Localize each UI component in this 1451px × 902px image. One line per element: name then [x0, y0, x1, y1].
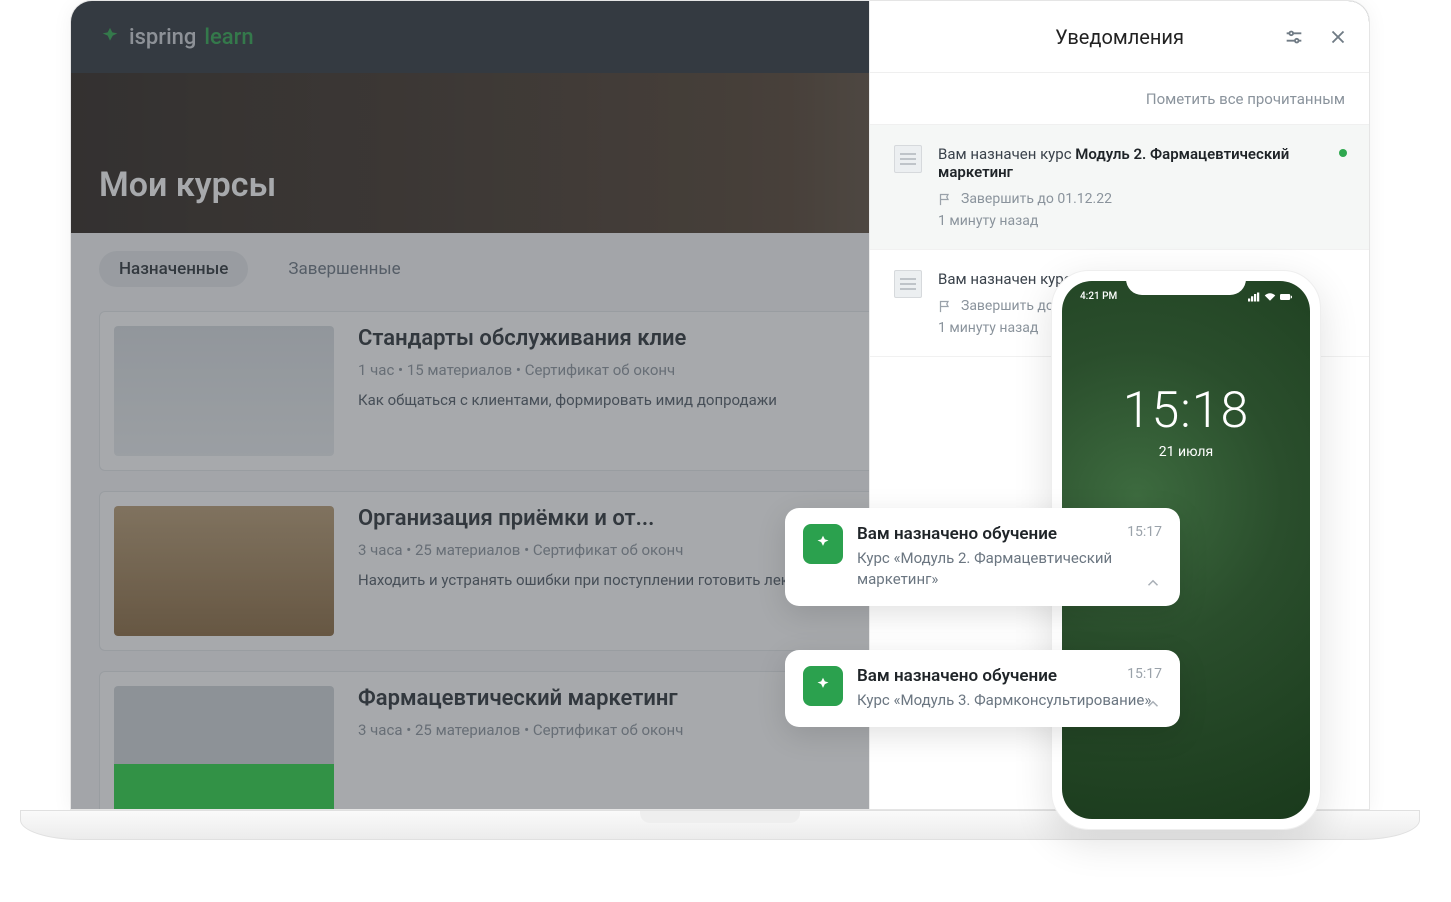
course-title: Стандарты обслуживания клие — [358, 326, 777, 351]
course-meta: 3 часа • 25 материалов • Сертификат об о… — [358, 721, 683, 739]
notifications-title: Уведомления — [1055, 25, 1184, 49]
unread-dot-icon — [1339, 149, 1347, 157]
notification-body: Вам назначен курс Модуль 2. Фармацевтиче… — [938, 145, 1345, 229]
ispring-icon — [812, 533, 834, 555]
notification-prefix: Вам назначен курс — [938, 270, 1075, 288]
phone-notch — [1126, 271, 1246, 295]
course-thumbnail — [114, 506, 334, 636]
settings-icon[interactable] — [1283, 26, 1305, 48]
ispring-logo-icon — [99, 26, 121, 48]
course-info: Стандарты обслуживания клие 1 час • 15 м… — [358, 326, 777, 412]
course-description: Как общаться с клиентами, формировать им… — [358, 389, 777, 412]
brand-suffix: learn — [204, 25, 253, 50]
flag-icon — [938, 192, 953, 207]
push-body: Вам назначено обучение Курс «Модуль 2. Ф… — [857, 524, 1162, 590]
phone-date: 21 июля — [1062, 444, 1310, 460]
tab-completed[interactable]: Завершенные — [268, 251, 420, 287]
course-thumbnail — [114, 326, 334, 456]
flag-icon — [938, 299, 953, 314]
notification-time: 1 минуту назад — [938, 213, 1345, 229]
push-text: Курс «Модуль 3. Фармконсультирование» — [857, 690, 1162, 711]
statusbar-time: 4:21 PM — [1080, 291, 1117, 302]
statusbar-right — [1248, 291, 1292, 302]
mark-all-read-link[interactable]: Пометить все прочитанным — [1146, 90, 1345, 108]
chevron-up-icon[interactable] — [1144, 574, 1162, 592]
phone-lockscreen-clock: 15:18 21 июля — [1062, 382, 1310, 460]
push-notification[interactable]: Вам назначено обучение Курс «Модуль 2. Ф… — [785, 508, 1180, 606]
brand-logo[interactable]: ispring learn — [99, 25, 254, 50]
app-icon — [803, 666, 843, 706]
course-meta: 1 час • 15 материалов • Сертификат об ок… — [358, 361, 777, 379]
course-title: Фармацевтический маркетинг — [358, 686, 683, 711]
push-body: Вам назначено обучение Курс «Модуль 3. Ф… — [857, 666, 1162, 711]
course-thumbnail — [114, 686, 334, 810]
ispring-icon — [812, 675, 834, 697]
push-time: 15:17 — [1127, 524, 1162, 540]
notifications-subheader: Пометить все прочитанным — [870, 73, 1369, 125]
close-icon[interactable] — [1327, 26, 1349, 48]
chevron-up-icon[interactable] — [1144, 695, 1162, 713]
notification-due-text: Завершить до 01.12.22 — [961, 191, 1112, 207]
push-text: Курс «Модуль 2. Фармацевтический маркети… — [857, 548, 1162, 590]
battery-icon — [1280, 292, 1292, 302]
phone-time: 15:18 — [1062, 382, 1310, 440]
push-time: 15:17 — [1127, 666, 1162, 682]
app-icon — [803, 524, 843, 564]
document-icon — [894, 270, 922, 298]
course-info: Фармацевтический маркетинг 3 часа • 25 м… — [358, 686, 683, 749]
push-notification[interactable]: Вам назначено обучение Курс «Модуль 3. Ф… — [785, 650, 1180, 727]
page-title: Мои курсы — [99, 165, 276, 205]
notifications-header: Уведомления — [870, 1, 1369, 73]
notification-item[interactable]: Вам назначен курс Модуль 2. Фармацевтиче… — [870, 125, 1369, 250]
laptop-notch — [640, 811, 800, 823]
push-title: Вам назначено обучение — [857, 666, 1162, 686]
document-icon — [894, 145, 922, 173]
notification-due: Завершить до 01.12.22 — [938, 191, 1345, 207]
tab-assigned[interactable]: Назначенные — [99, 251, 248, 287]
wifi-icon — [1264, 292, 1276, 302]
notification-prefix: Вам назначен курс — [938, 145, 1075, 163]
push-title: Вам назначено обучение — [857, 524, 1162, 544]
brand-name: ispring — [129, 25, 196, 50]
signal-icon — [1248, 292, 1260, 302]
